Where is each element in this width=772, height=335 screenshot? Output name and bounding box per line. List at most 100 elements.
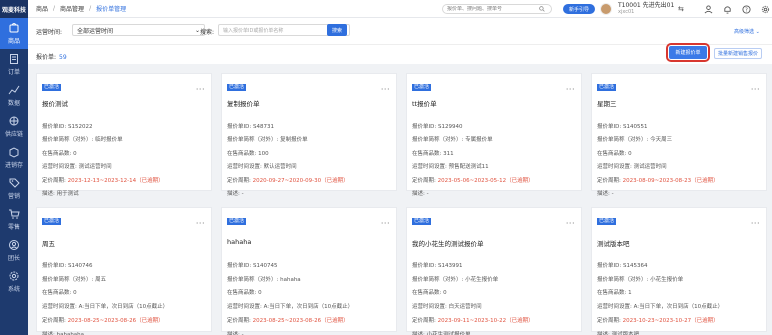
quote-card[interactable]: 已激活 ··· hahaha 报价单ID: S140745 报价单简称（对外）:… <box>221 207 397 335</box>
card-id: 报价单ID: S152022 <box>42 124 93 130</box>
more-icon[interactable]: ··· <box>196 219 205 228</box>
card-alias: 报价单简称（对外）: hahaha <box>227 277 301 283</box>
inventory-icon <box>8 146 20 158</box>
batch-create-button[interactable]: 批量新建销售报价 <box>714 48 762 59</box>
search-button[interactable]: 搜索 <box>327 24 347 36</box>
more-icon[interactable]: ··· <box>196 85 205 94</box>
quote-card[interactable]: 已激活 ··· 我的小花生的测试报价单 报价单ID: S143991 报价单简称… <box>406 207 582 335</box>
card-on-sale: 在售商品数: 100 <box>227 151 269 157</box>
leader-icon <box>8 239 20 251</box>
quote-card[interactable]: 已激活 ··· 周五 报价单ID: S140746 报价单简称（对外）: 周五 … <box>36 207 212 335</box>
time-filter-label: 运营时间: <box>36 29 63 36</box>
card-id: 报价单ID: S145364 <box>597 263 648 269</box>
more-icon[interactable]: ··· <box>566 85 575 94</box>
card-time: 运营时间设置: A:当日下单，次日到店（10点截止） <box>227 304 354 310</box>
card-price-period: 定价周期: 2023-08-25~2023-08-26（已逾期） <box>42 318 164 324</box>
help-icon[interactable]: ? <box>741 4 751 14</box>
card-desc: 描述: hahahaha <box>42 332 85 335</box>
card-id: 报价单ID: S140551 <box>597 124 648 130</box>
help-center-icon[interactable] <box>703 4 713 14</box>
more-icon[interactable]: ··· <box>751 219 760 228</box>
card-id: 报价单ID: S48731 <box>227 124 274 130</box>
sidebar-item[interactable]: 系统 <box>0 266 28 297</box>
status-badge: 已激活 <box>227 218 247 225</box>
card-price-period: 定价周期: 2023-08-25~2023-08-26（已逾期） <box>227 318 349 324</box>
more-icon[interactable]: ··· <box>381 219 390 228</box>
svg-text:?: ? <box>744 7 747 13</box>
breadcrumb-separator: / <box>89 5 92 12</box>
breadcrumb-item[interactable]: 商品管理 <box>60 4 84 13</box>
card-title[interactable]: 报价测试 <box>42 98 68 108</box>
sidebar-item-label: 营销 <box>7 193 20 200</box>
sidebar-item[interactable]: 商品 <box>0 18 28 49</box>
card-title[interactable]: hahaha <box>227 238 251 246</box>
global-search-input[interactable] <box>447 6 539 12</box>
more-icon[interactable]: ··· <box>566 219 575 228</box>
card-time: 运营时间设置: A:当日下单，次日到店（10点截止） <box>597 304 724 310</box>
card-alias: 报价单简称（对外）: 今天周三 <box>597 137 673 143</box>
breadcrumb: 商品 / 商品管理 / 报价单管理 <box>28 4 131 13</box>
card-title[interactable]: 复制报价单 <box>227 98 260 108</box>
status-badge: 已激活 <box>597 218 617 225</box>
quote-card-grid: 已激活 ··· 报价测试 报价单ID: S152022 报价单简称（对外）: 临… <box>28 64 772 335</box>
avatar[interactable] <box>600 3 612 15</box>
card-price-period: 定价周期: 2023-12-13~2023-12-14（已逾期） <box>42 178 164 184</box>
list-toolbar: 报价单: 59 新建报价单 批量新建销售报价 <box>28 43 772 64</box>
more-icon[interactable]: ··· <box>751 85 760 94</box>
card-id: 报价单ID: S143991 <box>412 263 463 269</box>
filter-bar: 运营时间: 全部运营时间 ⌄ 搜索: 输入报价单ID或报价单名称 搜索 高级筛选… <box>28 18 772 44</box>
sidebar-item-label: 商品 <box>7 38 20 45</box>
quote-count: 报价单: 59 <box>36 54 67 61</box>
notification-icon[interactable] <box>722 4 732 14</box>
card-price-period: 定价周期: 2023-09-11~2023-10-22（已逾期） <box>412 318 534 324</box>
more-icon[interactable]: ··· <box>381 85 390 94</box>
breadcrumb-item[interactable]: 商品 <box>36 4 48 13</box>
user-name: T10001 先进先出01 <box>618 2 675 9</box>
card-time: 运营时间设置: 白天运营时间 <box>412 304 482 310</box>
time-filter-select[interactable]: 全部运营时间 ⌄ <box>72 24 205 36</box>
card-on-sale: 在售商品数: 0 <box>597 151 632 157</box>
status-badge: 已激活 <box>412 84 432 91</box>
sidebar-item[interactable]: 供应链 <box>0 111 28 142</box>
card-title[interactable]: 我的小花生的测试报价单 <box>412 238 484 248</box>
quote-card[interactable]: 已激活 ··· 复制报价单 报价单ID: S48731 报价单简称（对外）: 复… <box>221 73 397 197</box>
card-alias: 报价单简称（对外）: 周五 <box>42 277 107 283</box>
card-price-period: 定价周期: 2023-05-06~2023-05-12（已逾期） <box>412 178 534 184</box>
user-info[interactable]: T10001 先进先出01 xjxc01 <box>618 2 674 16</box>
card-desc: 描述: 小花生测试报价单 <box>412 332 471 335</box>
quote-card[interactable]: 已激活 ··· tt报价单 报价单ID: S129940 报价单简称（对外）: … <box>406 73 582 197</box>
card-title[interactable]: tt报价单 <box>412 98 437 108</box>
order-icon <box>8 53 20 65</box>
global-search[interactable] <box>442 4 552 14</box>
onboarding-button[interactable]: 新手引导 <box>563 4 595 14</box>
sidebar-item-label: 进销存 <box>4 162 23 169</box>
quote-card[interactable]: 已激活 ··· 报价测试 报价单ID: S152022 报价单简称（对外）: 临… <box>36 73 212 197</box>
marketing-icon <box>8 177 20 189</box>
sidebar-item-label: 供应链 <box>4 131 23 138</box>
search-icon[interactable] <box>539 6 545 12</box>
card-id: 报价单ID: S140745 <box>227 263 278 269</box>
status-badge: 已激活 <box>597 84 617 91</box>
sidebar-item[interactable]: 数据 <box>0 80 28 111</box>
card-title[interactable]: 测试版本吧 <box>597 238 630 248</box>
card-title[interactable]: 周五 <box>42 238 55 248</box>
sidebar-item[interactable]: 营销 <box>0 173 28 204</box>
sidebar-item[interactable]: 订单 <box>0 49 28 80</box>
card-on-sale: 在售商品数: 0 <box>227 290 262 296</box>
card-id: 报价单ID: S140746 <box>42 263 93 269</box>
quote-card[interactable]: 已激活 ··· 测试版本吧 报价单ID: S145364 报价单简称（对外）: … <box>591 207 767 335</box>
switch-icon[interactable]: ⇆ <box>678 5 684 13</box>
time-filter-value: 全部运营时间 <box>77 27 114 35</box>
settings-icon[interactable] <box>760 4 770 14</box>
card-on-sale: 在售商品数: 1 <box>597 290 632 296</box>
sidebar-item[interactable]: 团长 <box>0 235 28 266</box>
card-on-sale: 在售商品数: 0 <box>412 290 447 296</box>
sidebar-item[interactable]: 零售 <box>0 204 28 235</box>
advanced-filter-link[interactable]: 高级筛选 ⌄ <box>734 28 760 35</box>
card-title[interactable]: 星期三 <box>597 98 617 108</box>
sidebar-item[interactable]: 进销存 <box>0 142 28 173</box>
card-time: 运营时间设置: 预售配送测试11 <box>412 164 489 170</box>
quote-card[interactable]: 已激活 ··· 星期三 报价单ID: S140551 报价单简称（对外）: 今天… <box>591 73 767 197</box>
card-id: 报价单ID: S129940 <box>412 124 463 130</box>
new-quote-button[interactable]: 新建报价单 <box>666 43 710 62</box>
